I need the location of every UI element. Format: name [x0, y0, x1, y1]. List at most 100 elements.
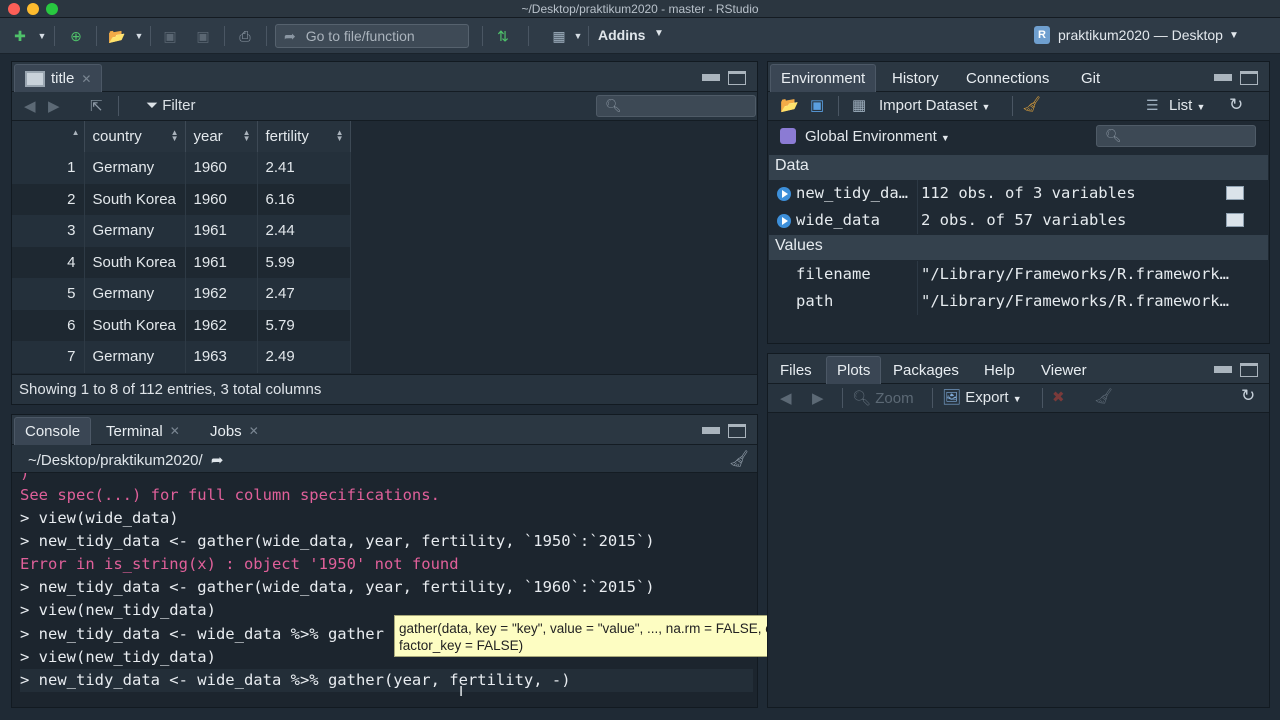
project-menu[interactable]: R praktikum2020 — Desktop ▼	[1034, 26, 1239, 44]
table-row: 4 South Korea 1961 5.99	[12, 246, 351, 278]
view-table-icon[interactable]	[1226, 213, 1244, 227]
load-workspace-icon[interactable]: 📂	[780, 96, 799, 114]
data-search-input[interactable]: 🔍︎	[596, 95, 756, 117]
cell-fertility: 5.99	[257, 246, 351, 278]
tab-plots[interactable]: Plots	[826, 356, 882, 384]
text-cursor-icon: I	[459, 683, 464, 700]
cell-fertility: 2.49	[257, 341, 351, 373]
clear-plots-icon[interactable]: 🧹︎	[1094, 387, 1113, 405]
tab-history[interactable]: History	[882, 64, 949, 92]
console-command-line: > new_tidy_data <- gather(wide_data, yea…	[20, 532, 655, 551]
variable-name: wide_data	[796, 211, 880, 229]
tab-environment[interactable]: Environment	[770, 64, 877, 92]
save-workspace-icon[interactable]: ▣	[810, 96, 824, 114]
addins-dropdown-icon[interactable]: ▼	[654, 28, 664, 39]
tab-title[interactable]: title ✕	[14, 64, 103, 92]
close-tab-icon[interactable]: ✕	[81, 72, 91, 86]
remove-plot-icon[interactable]: ✖	[1052, 388, 1065, 406]
filter-button[interactable]: ⏷ Filter	[146, 97, 196, 114]
minimize-pane-icon[interactable]	[1214, 74, 1232, 81]
tab-files[interactable]: Files	[770, 356, 822, 384]
back-arrow-icon[interactable]: ◀	[24, 97, 36, 115]
cell-year: 1960	[185, 152, 258, 184]
environment-selector-bar: Global Environment ▼ 🔍︎	[768, 121, 1269, 154]
clear-console-icon[interactable]: 🧹︎	[729, 449, 749, 469]
tab-packages[interactable]: Packages	[883, 356, 969, 384]
export-button[interactable]: 🖼︎ Export ▼	[942, 388, 1022, 406]
view-table-icon[interactable]	[1226, 186, 1244, 200]
popout-icon[interactable]: ⇱	[90, 97, 103, 115]
column-divider	[917, 207, 918, 234]
expand-icon[interactable]	[777, 214, 791, 228]
refresh-plot-icon[interactable]: ↻	[1241, 386, 1255, 406]
environment-icon	[780, 128, 796, 144]
tab-jobs[interactable]: Jobs ✕	[200, 417, 269, 445]
minimize-pane-icon[interactable]	[1214, 366, 1232, 373]
tab-terminal[interactable]: Terminal ✕	[96, 417, 190, 445]
environment-value-row[interactable]: path "/Library/Frameworks/R.framework…	[769, 288, 1268, 315]
variable-value: 112 obs. of 3 variables	[921, 184, 1136, 202]
tab-viewer[interactable]: Viewer	[1031, 356, 1097, 384]
console-output[interactable]: ) See spec(...) for full column specifica…	[20, 473, 753, 707]
print-icon[interactable]: ⎙	[234, 25, 256, 47]
zoom-button[interactable]: 🔍︎ Zoom	[852, 389, 914, 407]
working-directory-label: ~/Desktop/praktikum2020/	[28, 452, 203, 469]
expand-icon[interactable]	[777, 187, 791, 201]
row-number-cell: 2	[12, 183, 85, 215]
refresh-icon[interactable]: ↻	[1229, 95, 1243, 115]
working-directory[interactable]: ~/Desktop/praktikum2020/ ➦	[28, 451, 223, 469]
forward-arrow-icon[interactable]: ▶	[48, 97, 60, 115]
version-control-icon[interactable]: ⇅	[492, 25, 514, 47]
save-all-icon[interactable]: ▣	[192, 25, 214, 47]
column-header-country[interactable]: country ▲ ▼	[84, 121, 186, 152]
addins-menu[interactable]: Addins	[598, 27, 645, 43]
tab-console[interactable]: Console	[14, 417, 92, 445]
maximize-pane-icon[interactable]	[728, 71, 746, 85]
column-header-label: year	[193, 128, 223, 145]
row-number-header[interactable]: ▲	[12, 121, 85, 152]
new-file-dropdown-icon[interactable]: ▼	[36, 25, 48, 47]
console-command-line: > view(wide_data)	[20, 509, 179, 528]
maximize-pane-icon[interactable]	[1240, 71, 1258, 85]
import-dataset-label: Import Dataset	[879, 97, 978, 114]
environment-selector[interactable]: Global Environment ▼	[805, 128, 950, 145]
console-error-line: Error in is_string(x) : object '1950' no…	[20, 555, 459, 574]
go-to-file-input[interactable]: ➦ Go to file/function	[275, 24, 469, 48]
console-pane: Console Terminal ✕ Jobs ✕ ~/Desktop/prak…	[11, 414, 758, 708]
pane-layout-dropdown-icon[interactable]: ▼	[572, 25, 584, 47]
environment-search-input[interactable]: 🔍︎	[1096, 125, 1256, 147]
column-divider	[917, 288, 918, 315]
minimize-pane-icon[interactable]	[702, 74, 720, 81]
minimize-pane-icon[interactable]	[702, 427, 720, 434]
open-file-icon[interactable]: 📂	[104, 25, 130, 47]
close-tab-icon[interactable]: ✕	[249, 424, 259, 438]
environment-dropdown-icon: ▼	[940, 133, 950, 143]
environment-data-row[interactable]: wide_data 2 obs. of 57 variables	[769, 207, 1268, 234]
console-command-line: > new_tidy_data <- gather(wide_data, yea…	[20, 578, 655, 597]
toolbar-separator	[838, 96, 839, 116]
pane-layout-icon[interactable]: ▦	[548, 25, 570, 47]
new-project-icon[interactable]: ⊕	[62, 25, 90, 47]
tab-connections[interactable]: Connections	[956, 64, 1059, 92]
maximize-pane-icon[interactable]	[1240, 363, 1258, 377]
tab-git[interactable]: Git	[1071, 64, 1110, 92]
go-to-arrow-icon: ➦	[284, 27, 296, 44]
column-header-year[interactable]: year ▲ ▼	[185, 121, 258, 152]
import-dataset-button[interactable]: Import Dataset ▼	[879, 97, 990, 114]
previous-plot-icon[interactable]: ◀	[780, 389, 792, 407]
close-tab-icon[interactable]: ✕	[170, 424, 180, 438]
new-file-icon[interactable]: ✚	[8, 25, 32, 47]
environment-data-row[interactable]: new_tidy_da… 112 obs. of 3 variables	[769, 180, 1268, 207]
column-header-fertility[interactable]: fertility ▲ ▼	[257, 121, 351, 152]
open-file-dropdown-icon[interactable]: ▼	[133, 25, 145, 47]
window-title: ~/Desktop/praktikum2020 - master - RStud…	[521, 2, 759, 16]
next-plot-icon[interactable]: ▶	[812, 389, 824, 407]
toolbar-separator	[1042, 388, 1043, 408]
maximize-pane-icon[interactable]	[728, 424, 746, 438]
tab-help[interactable]: Help	[974, 356, 1025, 384]
save-icon[interactable]: ▣	[160, 25, 180, 47]
clear-workspace-icon[interactable]: 🧹︎	[1022, 95, 1041, 113]
toolbar-separator	[932, 388, 933, 408]
environment-value-row[interactable]: filename "/Library/Frameworks/R.framework…	[769, 261, 1268, 288]
list-view-button[interactable]: List ▼	[1169, 97, 1205, 114]
